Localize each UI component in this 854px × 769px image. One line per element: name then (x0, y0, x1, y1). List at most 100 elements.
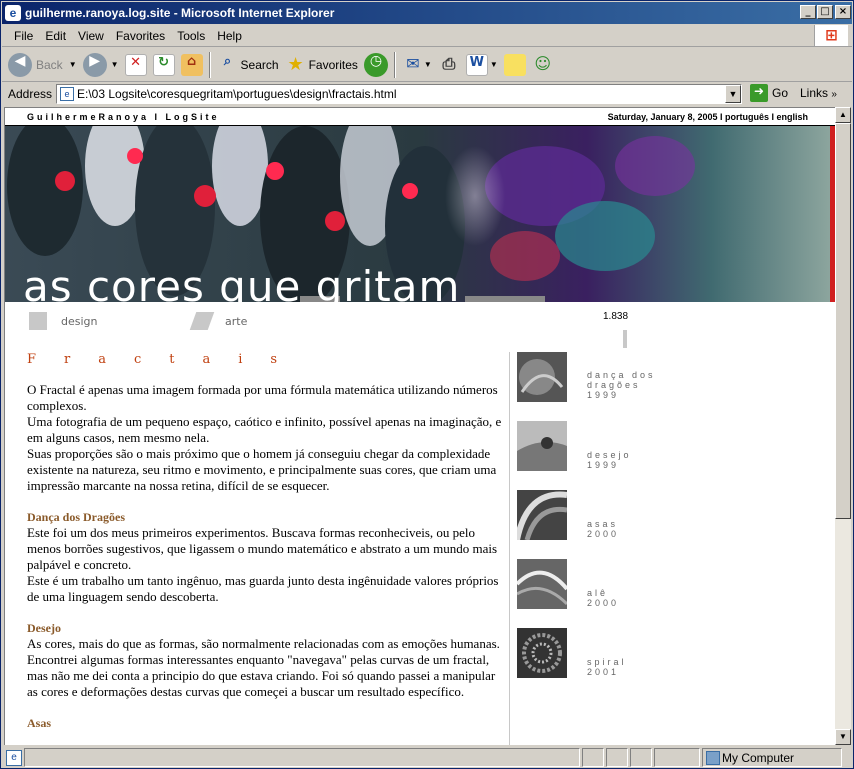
section-nav: design arte 1.838 (5, 302, 835, 348)
article-intro: O Fractal é apenas uma imagem formada po… (27, 382, 502, 493)
page-status-icon: e (6, 750, 22, 766)
messenger-button[interactable]: ☺ (532, 54, 554, 76)
stop-icon: ✕ (124, 53, 147, 76)
word-icon: W (465, 53, 488, 76)
article-title: Fractais (27, 352, 306, 367)
forward-dropdown-icon[interactable]: ▼ (111, 60, 119, 69)
refresh-button[interactable]: ↻ (152, 53, 175, 76)
arte-icon (189, 312, 215, 330)
menu-bar: File Edit View Favorites Tools Help ⊞ (2, 25, 852, 47)
gallery-caption[interactable]: dança dos dragões 1999 (587, 370, 677, 400)
menu-edit[interactable]: Edit (45, 29, 66, 43)
thumbnail-ale[interactable] (517, 559, 567, 609)
page-icon: e (60, 87, 74, 101)
counter-bar (623, 330, 627, 348)
messenger-icon: ☺ (534, 53, 552, 73)
stop-button[interactable]: ✕ (124, 53, 147, 76)
banner-image: as cores que gritam (5, 126, 835, 302)
gallery-caption[interactable]: asas 2000 (587, 519, 619, 539)
favorites-button[interactable]: ★ Favorites (285, 53, 357, 76)
site-brand[interactable]: GuilhermeRanoya I LogSite (27, 112, 220, 122)
section-text: As cores, mais do que as formas, são nor… (27, 636, 500, 699)
thumbnail-spiral[interactable] (517, 628, 567, 678)
status-cell (582, 748, 604, 767)
menu-file[interactable]: File (14, 29, 33, 43)
minimize-button[interactable]: _ (800, 5, 816, 19)
section-heading: Desejo (27, 621, 61, 635)
home-button[interactable]: ⌂ (180, 53, 203, 76)
address-label: Address (8, 87, 53, 101)
print-icon: ⎙ (442, 53, 456, 73)
go-button[interactable]: ➜ Go (750, 84, 788, 102)
address-bar: Address e E:\03 Logsite\coresquegritam\p… (2, 83, 852, 105)
ie-logo-icon: e (5, 5, 21, 21)
search-icon: ⌕ (223, 53, 232, 69)
gallery-caption[interactable]: alê 2000 (587, 588, 619, 608)
toolbar-separator (208, 51, 211, 78)
nav-arte[interactable]: arte (189, 312, 247, 330)
title-bar[interactable]: e guilherme.ranoya.log.site - Microsoft … (2, 2, 852, 24)
zone-label: My Computer (722, 751, 795, 765)
scroll-thumb[interactable] (835, 123, 851, 519)
back-dropdown-icon[interactable]: ▼ (69, 60, 77, 69)
thumbnail-asas[interactable] (517, 490, 567, 540)
site-header: GuilhermeRanoya I LogSite Saturday, Janu… (5, 108, 835, 126)
address-url[interactable]: E:\03 Logsite\coresquegritam\portugues\d… (77, 87, 397, 101)
back-button[interactable]: ◀ Back ▼ (8, 52, 77, 77)
star-icon: ★ (287, 53, 304, 75)
back-arrow-icon: ◀ (8, 52, 32, 77)
toolbar-separator (393, 51, 396, 78)
design-icon (29, 312, 47, 330)
thumbnail-desejo[interactable] (517, 421, 567, 471)
browser-window: e guilherme.ranoya.log.site - Microsoft … (0, 0, 854, 769)
note-icon (503, 53, 526, 76)
visit-counter: 1.838 (603, 311, 629, 322)
toolbar: ◀ Back ▼ ▶ ▼ ✕ ↻ ⌂ ⌕ Search ★ Favorites … (2, 48, 852, 82)
window-title: guilherme.ranoya.log.site - Microsoft In… (25, 6, 335, 20)
my-computer-icon (706, 751, 720, 765)
menu-favorites[interactable]: Favorites (116, 29, 165, 43)
address-input[interactable]: e E:\03 Logsite\coresquegritam\portugues… (56, 84, 742, 104)
address-dropdown-icon[interactable]: ▼ (725, 85, 741, 103)
status-cell (654, 748, 700, 767)
gallery-caption[interactable]: desejo 1999 (587, 450, 632, 470)
history-icon: ◷ (363, 52, 388, 77)
mail-button[interactable]: ✉ ▼ (402, 54, 432, 76)
menu-view[interactable]: View (78, 29, 104, 43)
mail-icon: ✉ (406, 53, 420, 73)
section-heading: Dança dos Dragões (27, 510, 125, 524)
column-divider (509, 352, 510, 745)
discuss-button[interactable] (503, 53, 526, 76)
links-button[interactable]: Links » (800, 86, 837, 100)
chevron-right-icon: » (831, 89, 837, 100)
close-button[interactable]: × (835, 5, 851, 19)
forward-arrow-icon: ▶ (82, 52, 107, 77)
forward-button[interactable]: ▶ ▼ (82, 52, 119, 77)
gallery-caption[interactable]: spiral 2001 (587, 657, 627, 677)
menu-help[interactable]: Help (217, 29, 242, 43)
history-button[interactable]: ◷ (363, 52, 388, 77)
refresh-icon: ↻ (152, 53, 175, 76)
vertical-scrollbar[interactable]: ▲ ▼ (835, 107, 851, 745)
maximize-button[interactable]: □ (817, 5, 833, 19)
banner-title: as cores que gritam (23, 262, 461, 302)
print-button[interactable]: ⎙ (438, 54, 460, 76)
status-cell (606, 748, 628, 767)
scroll-down-icon[interactable]: ▼ (835, 729, 851, 745)
site-dateline: Saturday, January 8, 2005 I português I … (607, 112, 808, 122)
nav-design[interactable]: design (29, 312, 98, 330)
windows-logo-icon: ⊞ (814, 25, 848, 46)
edit-button[interactable]: W ▼ (465, 53, 498, 76)
thumbnail-danca-dos-dragoes[interactable] (517, 352, 567, 402)
scroll-up-icon[interactable]: ▲ (835, 107, 851, 123)
status-text-cell (24, 748, 580, 767)
section-heading: Asas (27, 716, 52, 730)
page-viewport: GuilhermeRanoya I LogSite Saturday, Janu… (4, 107, 835, 745)
go-arrow-icon: ➜ (750, 84, 768, 102)
article: Fractais O Fractal é apenas uma imagem f… (27, 352, 502, 731)
search-button[interactable]: ⌕ Search (217, 54, 279, 76)
status-cell (630, 748, 652, 767)
home-icon: ⌂ (180, 53, 203, 76)
menu-tools[interactable]: Tools (177, 29, 205, 43)
section-text: Este foi um dos meus primeiros experimen… (27, 525, 499, 604)
